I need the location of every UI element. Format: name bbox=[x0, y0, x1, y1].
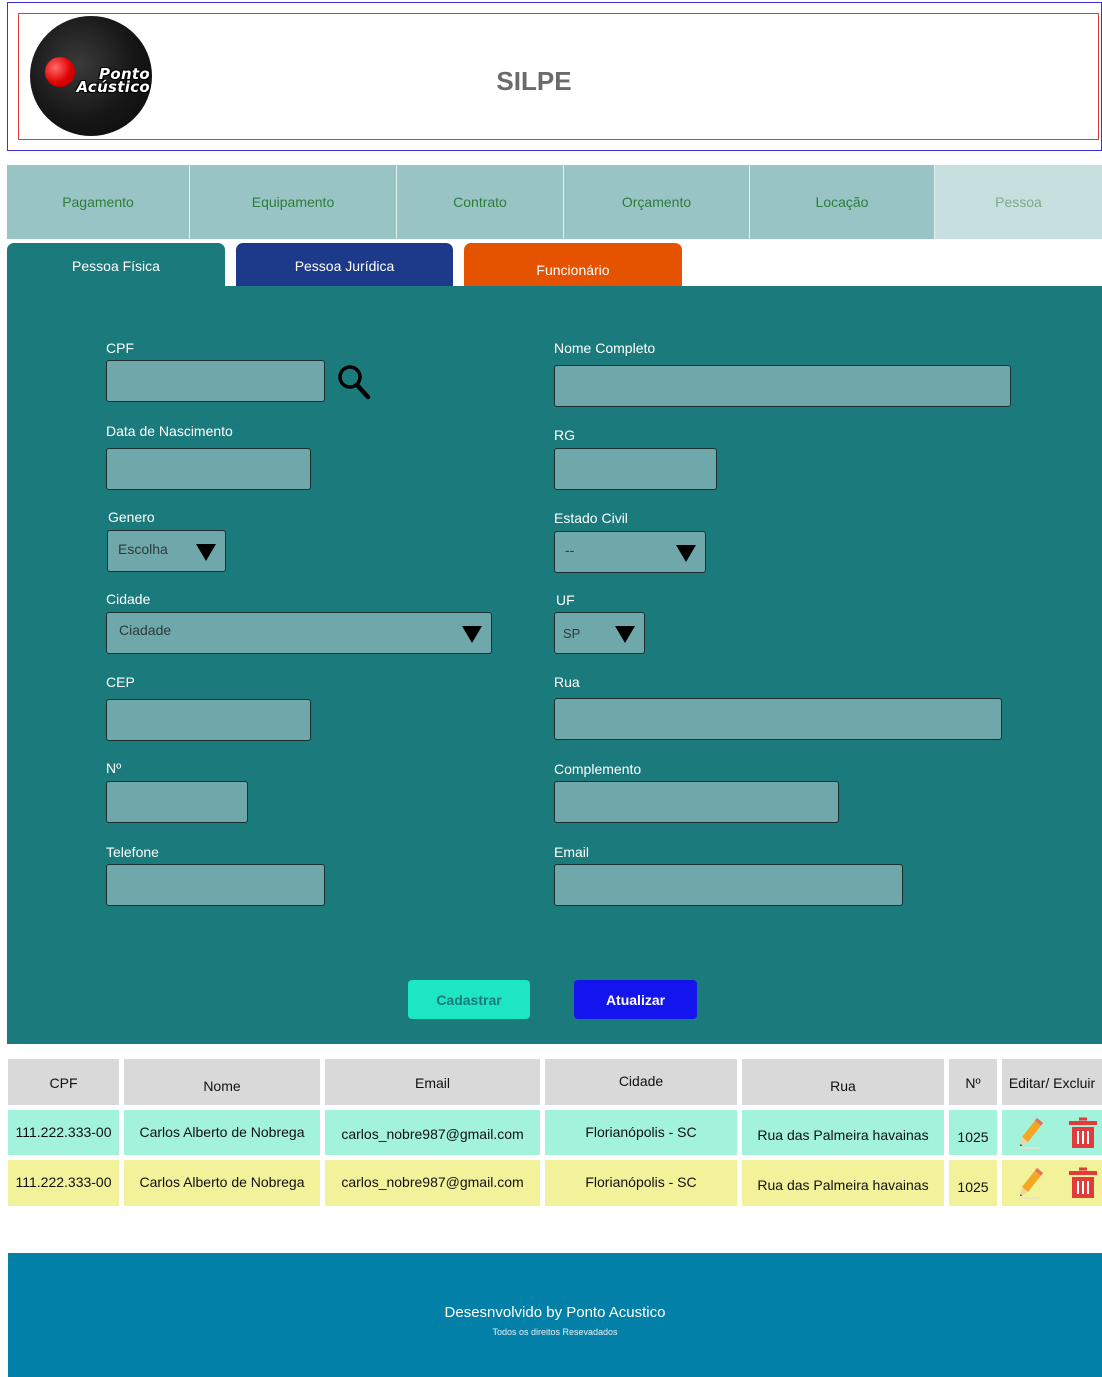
col-header-cidade: Cidade bbox=[545, 1059, 737, 1105]
telefone-input[interactable] bbox=[106, 864, 325, 906]
col-header-numero: Nº bbox=[949, 1059, 997, 1105]
cidade-select[interactable]: Ciadade bbox=[106, 612, 492, 654]
cpf-label: CPF bbox=[106, 340, 134, 356]
logo-text: Ponto Acústico bbox=[34, 67, 152, 96]
table-cell-rua: Rua das Palmeira havainas bbox=[742, 1110, 944, 1155]
trash-icon[interactable] bbox=[1068, 1117, 1098, 1149]
numero-input[interactable] bbox=[106, 781, 248, 823]
triangle-down-icon bbox=[615, 626, 635, 643]
cidade-label: Cidade bbox=[106, 591, 151, 607]
table-cell-email: carlos_nobre987@gmail.com bbox=[325, 1160, 540, 1206]
genero-label: Genero bbox=[108, 509, 155, 525]
trash-icon[interactable] bbox=[1068, 1167, 1098, 1199]
table-cell-nome: Carlos Alberto de Nobrega bbox=[124, 1160, 320, 1206]
rua-input[interactable] bbox=[554, 698, 1002, 740]
nav-item-orcamento[interactable]: Orçamento bbox=[564, 165, 750, 239]
table-cell-email: carlos_nobre987@gmail.com bbox=[325, 1110, 540, 1155]
nav-item-pagamento[interactable]: Pagamento bbox=[7, 165, 190, 239]
numero-label: Nº bbox=[106, 760, 122, 776]
footer-rights: Todos os direitos Resevadados bbox=[492, 1327, 618, 1337]
estado-civil-value: -- bbox=[565, 542, 575, 558]
cep-input[interactable] bbox=[106, 699, 311, 741]
triangle-down-icon bbox=[462, 626, 482, 643]
telefone-label: Telefone bbox=[106, 844, 159, 860]
rg-label: RG bbox=[554, 427, 575, 443]
genero-select[interactable]: Escolha bbox=[107, 530, 226, 572]
col-header-nome: Nome bbox=[124, 1059, 320, 1105]
table-cell-rua: Rua das Palmeira havainas bbox=[742, 1160, 944, 1206]
cpf-input[interactable] bbox=[106, 360, 325, 402]
col-header-rua: Rua bbox=[742, 1059, 944, 1105]
uf-select[interactable]: SP bbox=[554, 612, 645, 654]
uf-value: SP bbox=[563, 626, 581, 641]
complemento-label: Complemento bbox=[554, 761, 642, 777]
email-label: Email bbox=[554, 844, 590, 860]
nascimento-label: Data de Nascimento bbox=[106, 423, 233, 439]
pencil-icon[interactable] bbox=[1018, 1165, 1046, 1199]
col-header-cpf: CPF bbox=[8, 1059, 119, 1105]
search-icon[interactable] bbox=[337, 364, 371, 400]
tab-funcionario[interactable]: Funcionário bbox=[464, 243, 682, 287]
cidade-value: Ciadade bbox=[119, 622, 172, 638]
triangle-down-icon bbox=[676, 545, 696, 562]
cep-label: CEP bbox=[106, 674, 135, 690]
rg-input[interactable] bbox=[554, 448, 717, 490]
uf-label: UF bbox=[556, 592, 575, 608]
atualizar-button[interactable]: Atualizar bbox=[574, 980, 697, 1019]
table-cell-nome: Carlos Alberto de Nobrega bbox=[124, 1110, 320, 1155]
col-header-email: Email bbox=[325, 1059, 540, 1105]
col-header-acoes: Editar/ Excluir bbox=[1002, 1059, 1102, 1105]
app-title: SILPE bbox=[496, 66, 572, 96]
main-nav: Pagamento Equipamento Contrato Orçamento… bbox=[7, 165, 1102, 239]
tab-pessoa-fisica[interactable]: Pessoa Física bbox=[7, 243, 225, 287]
table-cell-numero: 1025 bbox=[949, 1110, 997, 1155]
nav-item-contrato[interactable]: Contrato bbox=[397, 165, 564, 239]
nav-item-locacao[interactable]: Locação bbox=[750, 165, 935, 239]
table-cell-cidade: Florianópolis - SC bbox=[545, 1110, 737, 1155]
estado-civil-select[interactable]: -- bbox=[554, 531, 706, 573]
nome-input[interactable] bbox=[554, 365, 1011, 407]
footer: Desesnvolvido by Ponto Acustico Todos os… bbox=[8, 1253, 1102, 1377]
triangle-down-icon bbox=[196, 544, 216, 561]
logo: Ponto Acústico bbox=[30, 16, 152, 136]
table-cell-cpf: 111.222.333-00 bbox=[8, 1160, 119, 1206]
nome-label: Nome Completo bbox=[554, 340, 656, 356]
pencil-icon[interactable] bbox=[1018, 1115, 1046, 1149]
nascimento-input[interactable] bbox=[106, 448, 311, 490]
complemento-input[interactable] bbox=[554, 781, 839, 823]
logo-text-line2: Acústico bbox=[76, 78, 150, 96]
nav-item-equipamento[interactable]: Equipamento bbox=[190, 165, 397, 239]
estado-civil-label: Estado Civil bbox=[554, 510, 628, 526]
table-cell-cpf: 111.222.333-00 bbox=[8, 1110, 119, 1155]
tab-pessoa-juridica[interactable]: Pessoa Jurídica bbox=[236, 243, 453, 287]
table-cell-cidade: Florianópolis - SC bbox=[545, 1160, 737, 1206]
nav-item-pessoa[interactable]: Pessoa bbox=[935, 165, 1102, 239]
footer-credit: Desesnvolvido by Ponto Acustico bbox=[444, 1304, 666, 1321]
genero-value: Escolha bbox=[118, 541, 168, 557]
table-cell-numero: 1025 bbox=[949, 1160, 997, 1206]
cadastrar-button[interactable]: Cadastrar bbox=[408, 980, 530, 1019]
rua-label: Rua bbox=[554, 674, 580, 690]
email-input[interactable] bbox=[554, 864, 903, 906]
